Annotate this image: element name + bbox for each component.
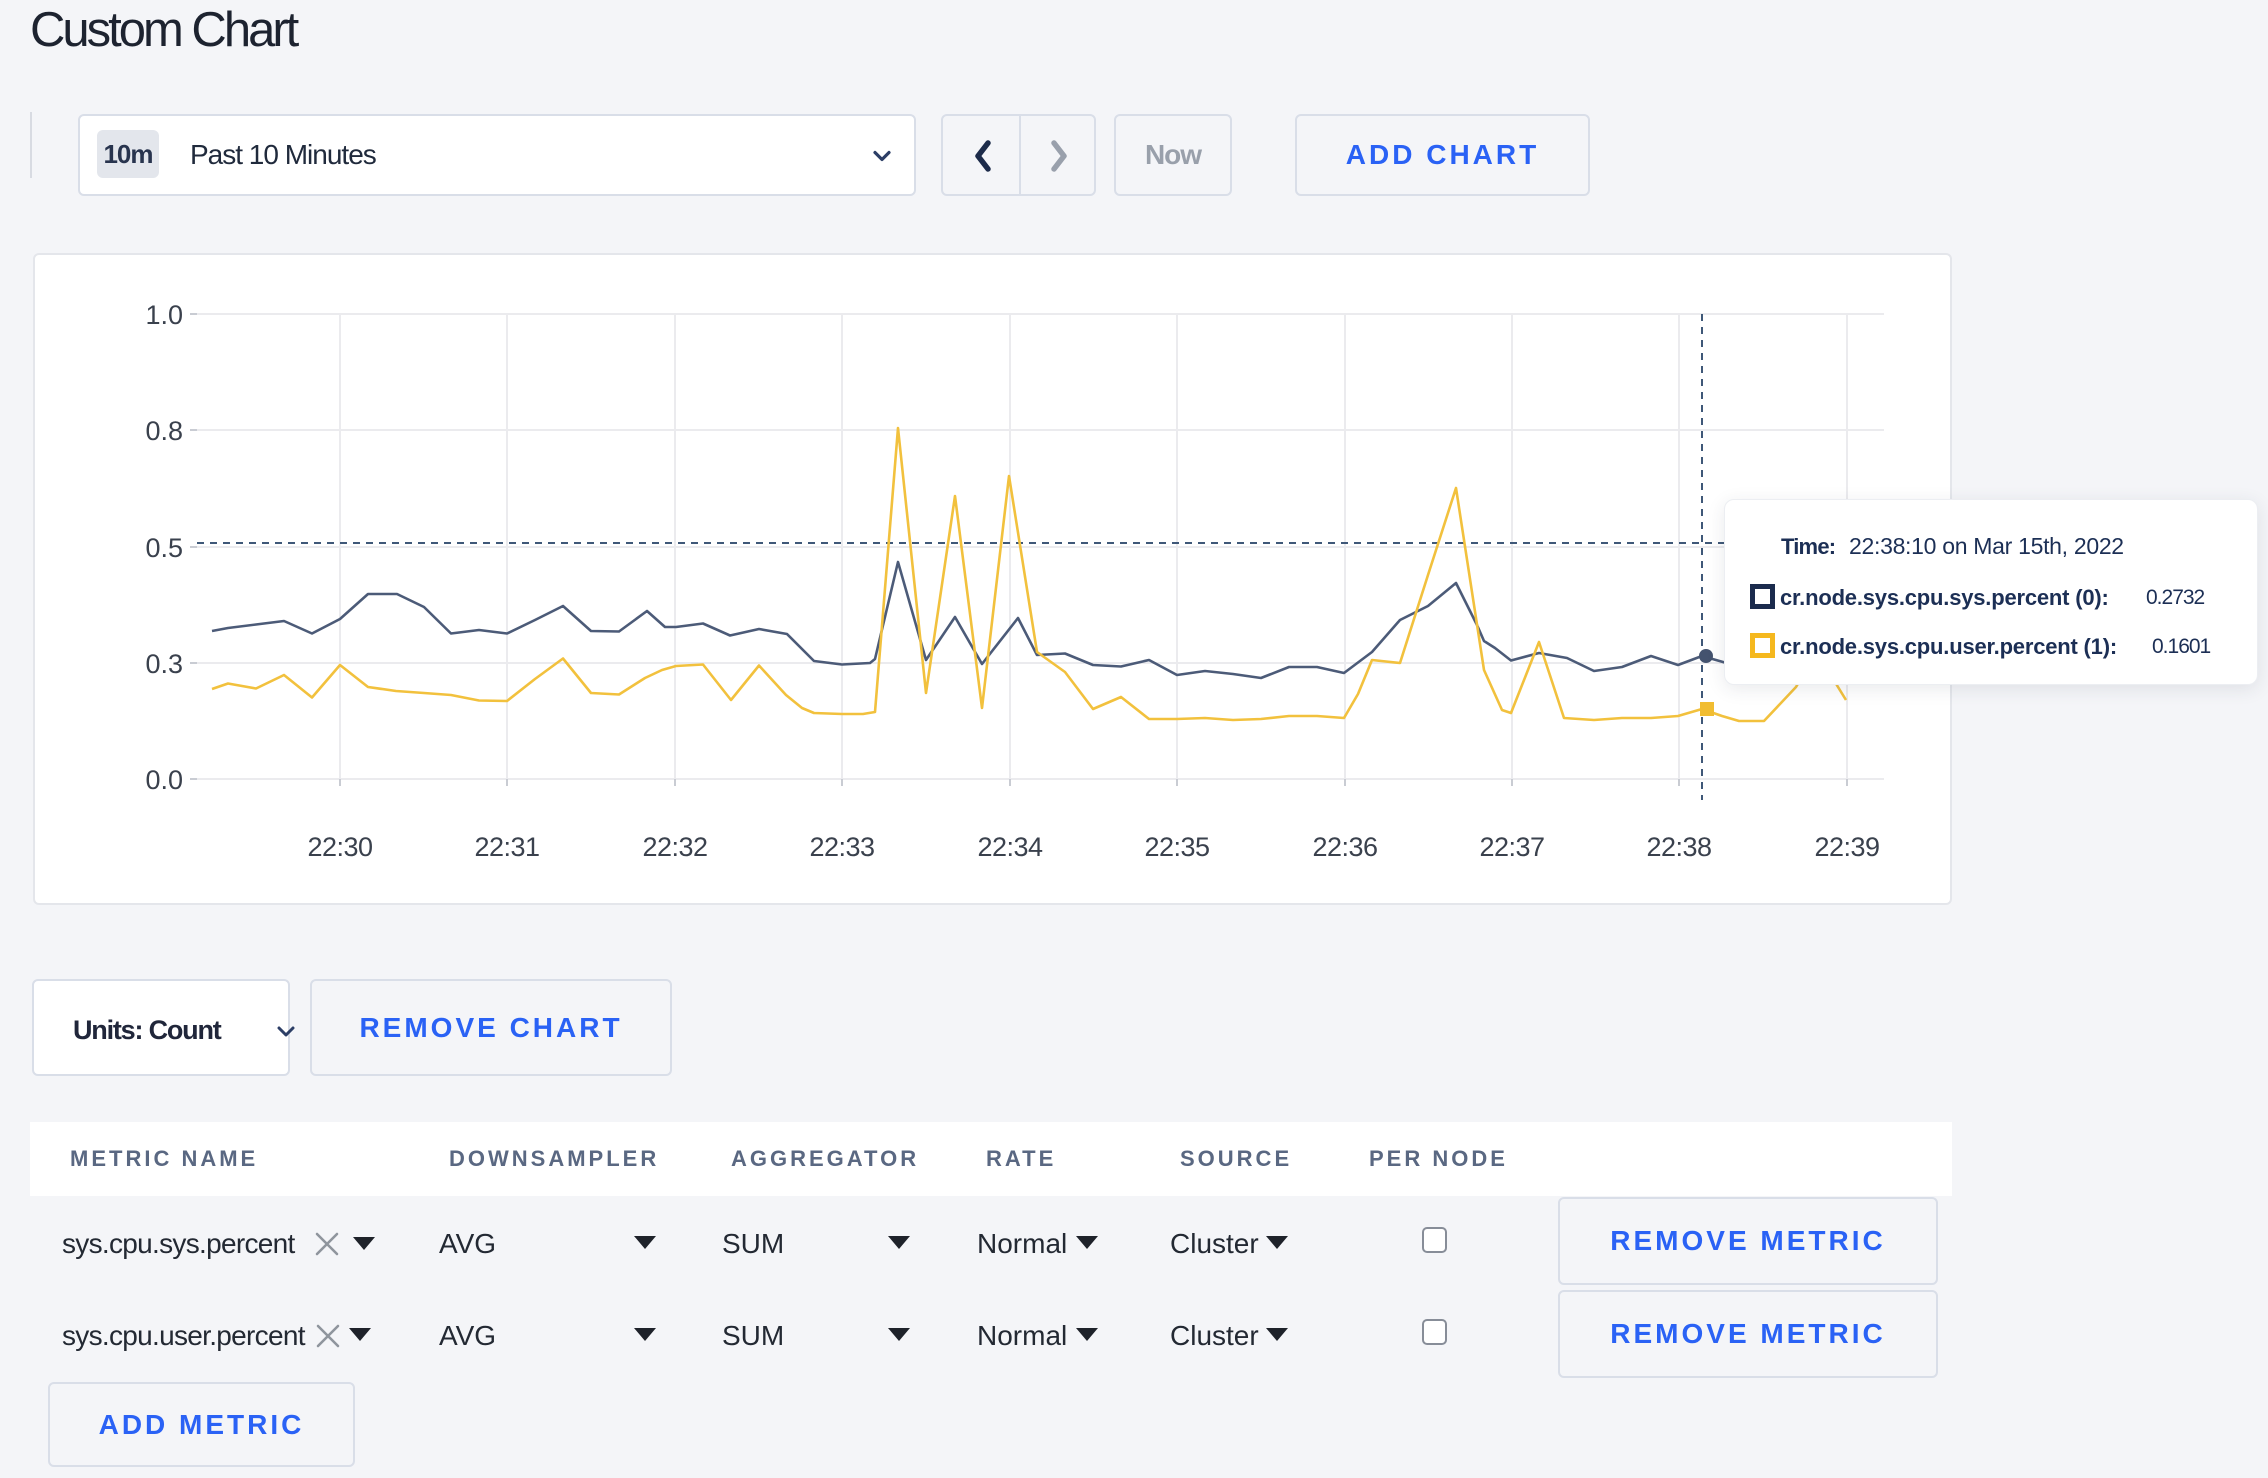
svg-text:22:35: 22:35 bbox=[1144, 832, 1209, 862]
svg-text:1.0: 1.0 bbox=[145, 300, 183, 330]
svg-text:22:30: 22:30 bbox=[307, 832, 372, 862]
svg-text:22:37: 22:37 bbox=[1479, 832, 1544, 862]
svg-text:0.8: 0.8 bbox=[145, 416, 183, 446]
svg-text:0.3: 0.3 bbox=[145, 649, 183, 679]
svg-text:22:34: 22:34 bbox=[977, 832, 1043, 862]
svg-text:22:36: 22:36 bbox=[1312, 832, 1377, 862]
svg-text:22:33: 22:33 bbox=[809, 832, 874, 862]
svg-text:22:32: 22:32 bbox=[642, 832, 707, 862]
svg-text:0.5: 0.5 bbox=[145, 533, 183, 563]
svg-text:0.0: 0.0 bbox=[145, 765, 183, 795]
svg-text:22:38: 22:38 bbox=[1646, 832, 1711, 862]
svg-text:22:39: 22:39 bbox=[1814, 832, 1879, 862]
svg-text:22:31: 22:31 bbox=[474, 832, 539, 862]
